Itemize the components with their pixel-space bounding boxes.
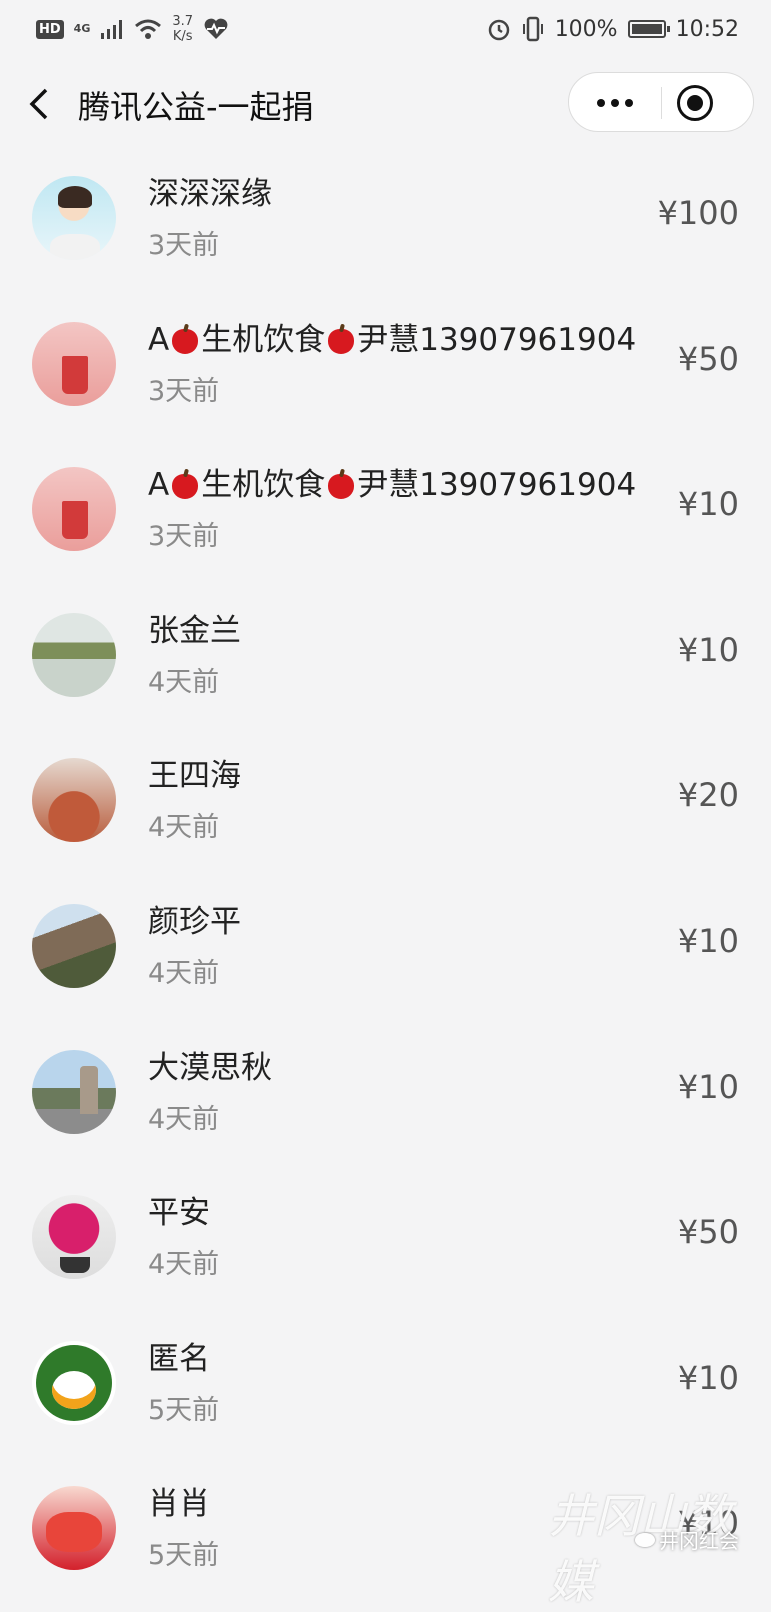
donation-amount: ¥100 [657, 194, 739, 232]
account-name: 井冈红会 [659, 1529, 739, 1553]
mini-program-capsule [568, 72, 754, 132]
clock: 10:52 [675, 16, 739, 42]
donor-name: 肖肖 [148, 1486, 210, 1523]
name-suffix: 尹慧13907961904 [357, 321, 637, 358]
speed-value: 3.7 [172, 14, 194, 29]
more-button[interactable] [569, 73, 661, 133]
wifi-icon [135, 19, 162, 39]
apple-icon [171, 324, 199, 354]
avatar [32, 1049, 116, 1134]
signal-icon [101, 20, 123, 39]
donation-amount: ¥10 [677, 1358, 739, 1397]
avatar [32, 1195, 116, 1280]
list-item[interactable]: 深深深缘 3天前 ¥100 [0, 148, 771, 294]
donation-amount: ¥10 [677, 630, 739, 669]
network-type: 4G [73, 22, 91, 35]
more-dot-icon [597, 99, 605, 107]
donation-amount: ¥10 [677, 921, 739, 960]
list-item[interactable]: A 生机饮食 尹慧13907961904 3天前 ¥10 [0, 439, 771, 585]
hd-badge: HD [36, 19, 64, 39]
donor-name: A 生机饮食 尹慧13907961904 [148, 459, 636, 504]
back-button[interactable] [26, 84, 56, 124]
wechat-account-icon [635, 1532, 655, 1547]
status-bar: HD 4G 3.7 K/s 100% 10:52 [0, 0, 771, 58]
network-speed: 3.7 K/s [172, 14, 193, 44]
donor-name: 匿名 [148, 1340, 210, 1377]
avatar [32, 1340, 116, 1425]
avatar [32, 612, 116, 697]
name-middle: 生机饮食 [201, 467, 326, 504]
list-item[interactable]: 张金兰 4天前 ¥10 [0, 585, 771, 731]
donation-amount: ¥50 [677, 339, 739, 378]
donor-name: 张金兰 [148, 612, 241, 649]
apple-icon [171, 469, 199, 500]
list-item[interactable]: 王四海 4天前 ¥20 [0, 730, 771, 876]
name-prefix: A [148, 321, 170, 358]
avatar [32, 758, 116, 843]
chevron-left-icon [29, 88, 48, 120]
close-mini-program-button[interactable] [677, 85, 713, 121]
donor-list: 深深深缘 3天前 ¥100 A 生机饮食 尹慧13907961904 3天前 ¥50… [0, 148, 771, 1604]
donation-amount: ¥10 [677, 485, 739, 524]
avatar [32, 321, 116, 406]
list-item[interactable]: A 生机饮食 尹慧13907961904 3天前 ¥50 [0, 294, 771, 440]
vibrate-icon [522, 16, 543, 42]
name-suffix: 尹慧13907961904 [357, 467, 637, 504]
avatar [32, 467, 116, 552]
donor-name: A 生机饮食 尹慧13907961904 [148, 314, 636, 359]
more-dot-icon [611, 99, 619, 107]
nav-bar: 腾讯公益-一起捐 [0, 62, 771, 146]
donor-name: 大漠思秋 [148, 1049, 272, 1086]
apple-icon [327, 324, 355, 354]
donor-name: 颜珍平 [148, 903, 241, 940]
donation-amount: ¥50 [677, 1213, 739, 1252]
donor-name: 平安 [148, 1195, 210, 1232]
list-item[interactable]: 平安 4天前 ¥50 [0, 1167, 771, 1313]
donation-time: 4天前 [148, 1103, 220, 1135]
donation-time: 4天前 [148, 812, 220, 844]
account-watermark: 井冈红会 [635, 1525, 739, 1554]
list-item[interactable]: 大漠思秋 4天前 ¥10 [0, 1022, 771, 1168]
donation-time: 5天前 [148, 1540, 220, 1572]
name-middle: 生机饮食 [201, 321, 326, 358]
name-prefix: A [148, 467, 170, 504]
status-left: HD 4G 3.7 K/s [36, 14, 229, 44]
donation-time: 3天前 [148, 230, 220, 261]
status-right: 100% 10:52 [487, 16, 739, 42]
donor-name: 深深深缘 [148, 176, 272, 212]
donor-name: 王四海 [148, 758, 241, 795]
battery-percent: 100% [554, 16, 618, 42]
list-item[interactable]: 颜珍平 4天前 ¥10 [0, 876, 771, 1022]
alarm-icon [488, 19, 509, 41]
page-title: 腾讯公益-一起捐 [78, 88, 314, 126]
avatar [32, 1486, 116, 1571]
donation-time: 5天前 [148, 1394, 220, 1426]
donation-amount: ¥10 [677, 1067, 739, 1106]
apple-icon [327, 469, 355, 500]
capsule-divider [661, 87, 662, 119]
speed-unit: K/s [172, 29, 193, 44]
donation-amount: ¥20 [677, 776, 739, 815]
more-dot-icon [625, 99, 633, 107]
donation-time: 3天前 [148, 521, 220, 553]
donation-time: 3天前 [148, 375, 220, 407]
avatar [32, 176, 116, 260]
avatar [32, 903, 116, 988]
donation-time: 4天前 [148, 1249, 220, 1281]
donation-time: 4天前 [148, 957, 220, 989]
donation-time: 4天前 [148, 666, 220, 698]
heart-rate-icon [204, 18, 228, 39]
list-item[interactable]: 匿名 5天前 ¥10 [0, 1313, 771, 1459]
battery-icon [627, 20, 670, 38]
